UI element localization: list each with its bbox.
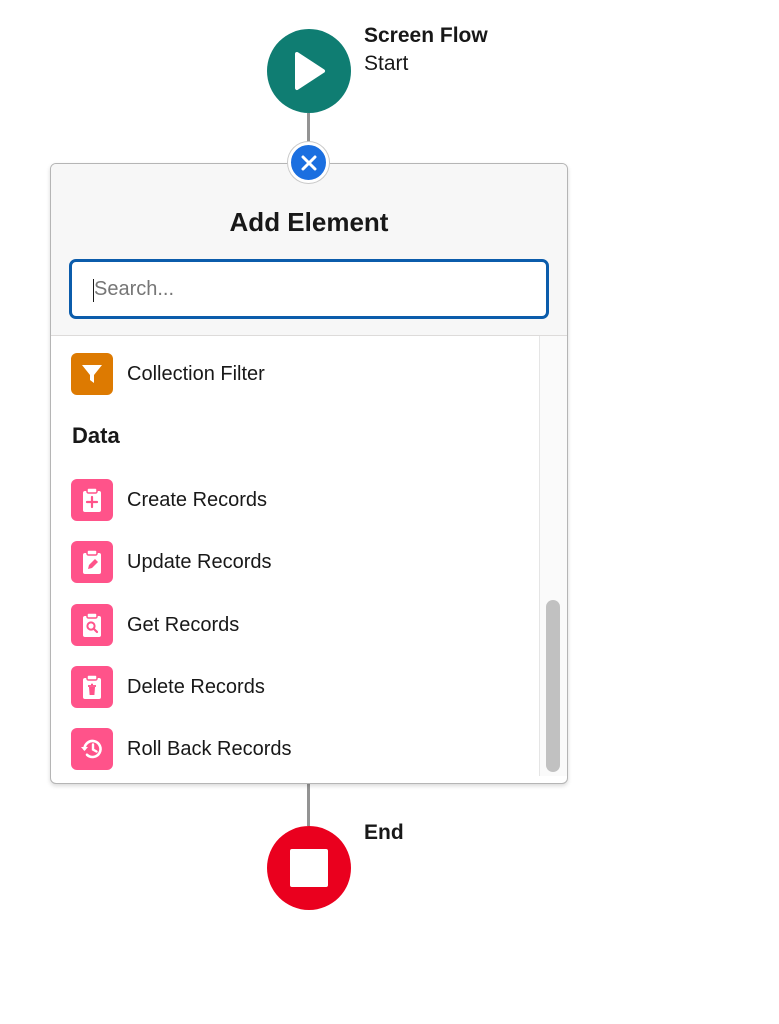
connector-line-bottom [307, 784, 310, 826]
text-cursor [93, 279, 94, 302]
list-item-label: Update Records [127, 550, 272, 573]
clipboard-edit-icon [71, 541, 113, 583]
list-item-roll-back-records[interactable]: Roll Back Records [71, 728, 292, 770]
start-node-title: Screen Flow [364, 24, 488, 47]
clipboard-delete-icon [71, 666, 113, 708]
rollback-icon [71, 728, 113, 770]
panel-title: Add Element [229, 207, 389, 237]
list-item-create-records[interactable]: Create Records [71, 479, 267, 521]
section-heading-data: Data [72, 423, 120, 448]
list-item-label: Roll Back Records [127, 737, 292, 760]
clipboard-search-icon [71, 604, 113, 646]
end-node-label: End [364, 819, 404, 847]
search-input[interactable] [69, 259, 549, 319]
list-item-label: Get Records [127, 613, 240, 636]
start-node-subtitle: Start [364, 52, 409, 75]
list-item-label: Create Records [127, 488, 268, 511]
list-item-label: Delete Records [127, 675, 265, 698]
add-element-panel: Add Element Collection Filter Data [50, 163, 568, 784]
close-panel-button[interactable] [288, 142, 329, 183]
list-item-collection-filter[interactable]: Collection Filter [71, 353, 265, 395]
element-list: Collection Filter Data Create Records Up… [51, 336, 539, 783]
connector-line-top [307, 113, 310, 145]
list-item-label: Collection Filter [127, 362, 265, 385]
play-icon [295, 52, 325, 90]
filter-icon [71, 353, 113, 395]
panel-header: Add Element [51, 164, 567, 336]
list-item-delete-records[interactable]: Delete Records [71, 666, 265, 708]
list-item-get-records[interactable]: Get Records [71, 604, 239, 646]
end-node[interactable] [267, 826, 351, 910]
start-node-label: Screen Flow Start [364, 22, 488, 78]
clipboard-add-icon [71, 479, 113, 521]
start-node[interactable] [267, 29, 351, 113]
end-node-title: End [364, 821, 404, 844]
stop-icon [290, 849, 328, 887]
close-icon [301, 155, 316, 170]
scrollbar-thumb[interactable] [546, 600, 560, 772]
list-item-update-records[interactable]: Update Records [71, 541, 272, 583]
